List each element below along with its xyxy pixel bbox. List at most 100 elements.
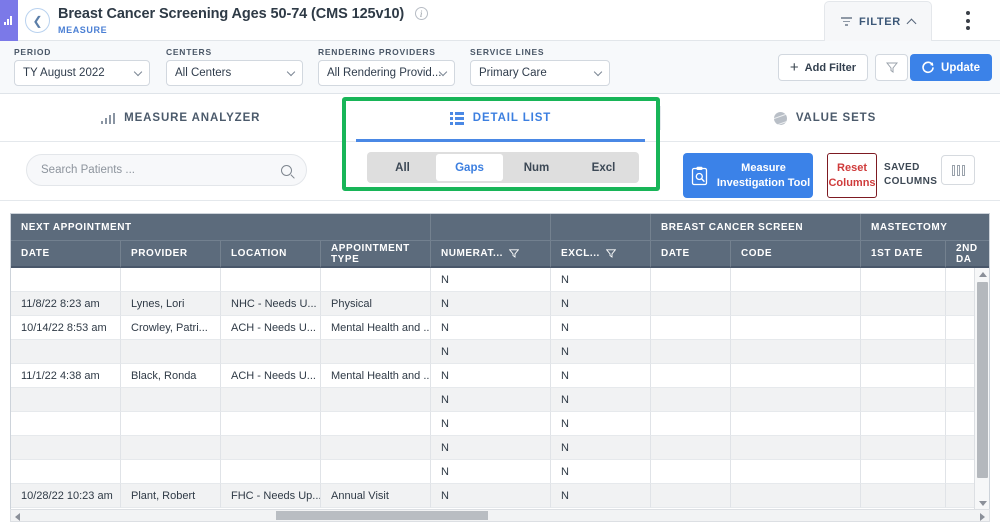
funnel-icon[interactable] <box>508 249 519 258</box>
cell-numerator: N <box>431 388 551 412</box>
update-label: Update <box>941 61 980 74</box>
service-lines-select[interactable]: Primary Care <box>470 60 610 86</box>
reset-columns-label: Reset Columns <box>828 161 875 191</box>
columns-icon <box>956 164 960 176</box>
column-header-date[interactable]: DATE <box>11 241 121 268</box>
tab-measure-analyzer[interactable]: MEASURE ANALYZER <box>18 94 343 142</box>
filter-toggle-button[interactable] <box>875 54 908 81</box>
funnel-icon[interactable] <box>605 249 616 258</box>
page-subtitle: MEASURE <box>58 25 108 35</box>
cell-mastectomy-1st-date <box>861 364 946 388</box>
cell-date <box>11 412 121 436</box>
filter-label-period: PERIOD <box>14 47 52 57</box>
cell-exclusion: N <box>551 460 651 484</box>
horizontal-scrollbar[interactable] <box>10 509 990 522</box>
update-button[interactable]: Update <box>910 54 992 81</box>
cell-appointment-type: Mental Health and ... <box>321 316 431 340</box>
cell-mastectomy-1st-date <box>861 316 946 340</box>
column-header-mastectomy-1st-date[interactable]: 1ST DATE <box>861 241 946 268</box>
table-row[interactable]: NN <box>11 412 989 436</box>
app-rail <box>0 0 18 41</box>
measure-investigation-tool-button[interactable]: Measure Investigation Tool <box>683 153 813 198</box>
title-block: Breast Cancer Screening Ages 50-74 (CMS … <box>58 5 428 35</box>
cell-provider: Plant, Robert <box>121 484 221 508</box>
column-header-bcs-code[interactable]: CODE <box>731 241 861 268</box>
cell-numerator: N <box>431 412 551 436</box>
reset-line-2: Columns <box>828 176 876 189</box>
column-header-appointment-type[interactable]: APPOINTMENT TYPE <box>321 241 431 268</box>
cell-numerator: N <box>431 436 551 460</box>
tab-detail-list[interactable]: DETAIL LIST <box>348 94 653 142</box>
more-vertical-icon[interactable] <box>958 9 978 32</box>
table-row[interactable]: 11/8/22 8:23 am Lynes, Lori NHC - Needs U.… <box>11 292 989 316</box>
filter-panel-tab[interactable]: FILTER <box>824 1 932 41</box>
table-row[interactable]: NN <box>11 388 989 412</box>
scroll-down-arrow-icon[interactable] <box>979 501 987 506</box>
segment-num[interactable]: Num <box>503 154 570 181</box>
columns-icon <box>951 164 955 176</box>
table-row[interactable]: 11/1/22 4:38 am Black, Ronda ACH - Needs U… <box>11 364 989 388</box>
period-value: TY August 2022 <box>23 67 105 79</box>
add-filter-button[interactable]: + Add Filter <box>777 54 868 81</box>
period-select[interactable]: TY August 2022 <box>14 60 150 86</box>
scroll-up-arrow-icon[interactable] <box>979 272 987 277</box>
cell-location <box>221 388 321 412</box>
cell-mastectomy-1st-date <box>861 460 946 484</box>
segment-all[interactable]: All <box>369 154 436 181</box>
table-body: N N 11/8/22 8:23 am Lynes, Lori NHC - Needs … <box>11 268 989 510</box>
scroll-right-arrow-icon[interactable] <box>980 513 985 521</box>
vertical-scroll-thumb[interactable] <box>977 282 988 478</box>
cell-date <box>11 268 121 292</box>
cell-location <box>221 412 321 436</box>
back-button[interactable]: ❮ <box>25 8 50 33</box>
filter-label-service-lines: SERVICE LINES <box>470 47 545 57</box>
rendering-providers-select[interactable]: All Rendering Provid... <box>318 60 455 86</box>
columns-picker-button[interactable] <box>941 155 975 185</box>
add-filter-label: Add Filter <box>804 61 856 74</box>
cell-location: NHC - Needs U... <box>221 292 321 316</box>
table-row[interactable]: NN <box>11 436 989 460</box>
segment-gaps[interactable]: Gaps <box>436 154 503 181</box>
cell-date: 11/8/22 8:23 am <box>11 292 121 316</box>
column-header-location[interactable]: LOCATION <box>221 241 321 268</box>
table-row[interactable]: NN <box>11 340 989 364</box>
cell-provider: Lynes, Lori <box>121 292 221 316</box>
table-row[interactable]: 10/14/22 8:53 am Crowley, Patri... ACH - N… <box>11 316 989 340</box>
search-patients-input[interactable]: Search Patients ... <box>26 154 307 186</box>
table-row[interactable]: 10/28/22 10:23 am Plant, Robert FHC - Need… <box>11 484 989 508</box>
saved-columns-label: SAVED COLUMNS <box>884 161 942 188</box>
scroll-left-arrow-icon[interactable] <box>15 513 20 521</box>
horizontal-scroll-thumb[interactable] <box>276 511 488 520</box>
filter-field-rendering-providers: RENDERING PROVIDERS All Rendering Provid… <box>318 47 455 86</box>
cell-appointment-type <box>321 460 431 484</box>
vertical-scrollbar[interactable] <box>974 268 989 510</box>
tab-value-sets[interactable]: VALUE SETS <box>665 94 985 142</box>
cell-location: ACH - Needs U... <box>221 364 321 388</box>
column-header-mastectomy-2nd-date[interactable]: 2ND DA <box>946 241 989 268</box>
table-row[interactable]: NN <box>11 268 989 292</box>
centers-select[interactable]: All Centers <box>166 60 303 86</box>
cell-date: 11/1/22 4:38 am <box>11 364 121 388</box>
application-window: ❮ Breast Cancer Screening Ages 50-74 (CM… <box>0 0 1000 524</box>
column-header-bcs-date[interactable]: DATE <box>651 241 731 268</box>
cell-provider: Black, Ronda <box>121 364 221 388</box>
chevron-up-icon <box>906 18 917 28</box>
tab-value-sets-label: VALUE SETS <box>795 112 877 124</box>
segment-excl[interactable]: Excl <box>570 154 637 181</box>
cell-provider <box>121 388 221 412</box>
column-header-exclusion[interactable]: EXCL... <box>551 241 651 268</box>
column-header-numerator[interactable]: NUMERAT... <box>431 241 551 268</box>
cell-mastectomy-1st-date <box>861 340 946 364</box>
centers-value: All Centers <box>175 67 232 79</box>
cell-bcs-code <box>731 268 861 292</box>
cell-date: 10/14/22 8:53 am <box>11 316 121 340</box>
tab-divider <box>343 106 344 130</box>
cell-location: ACH - Needs U... <box>221 316 321 340</box>
column-header-provider[interactable]: PROVIDER <box>121 241 221 268</box>
reset-columns-button[interactable]: Reset Columns <box>827 153 877 198</box>
cell-exclusion: N <box>551 484 651 508</box>
table-row[interactable]: NN <box>11 460 989 484</box>
cell-location <box>221 268 321 292</box>
info-icon[interactable]: i <box>414 7 428 21</box>
cell-date <box>11 436 121 460</box>
